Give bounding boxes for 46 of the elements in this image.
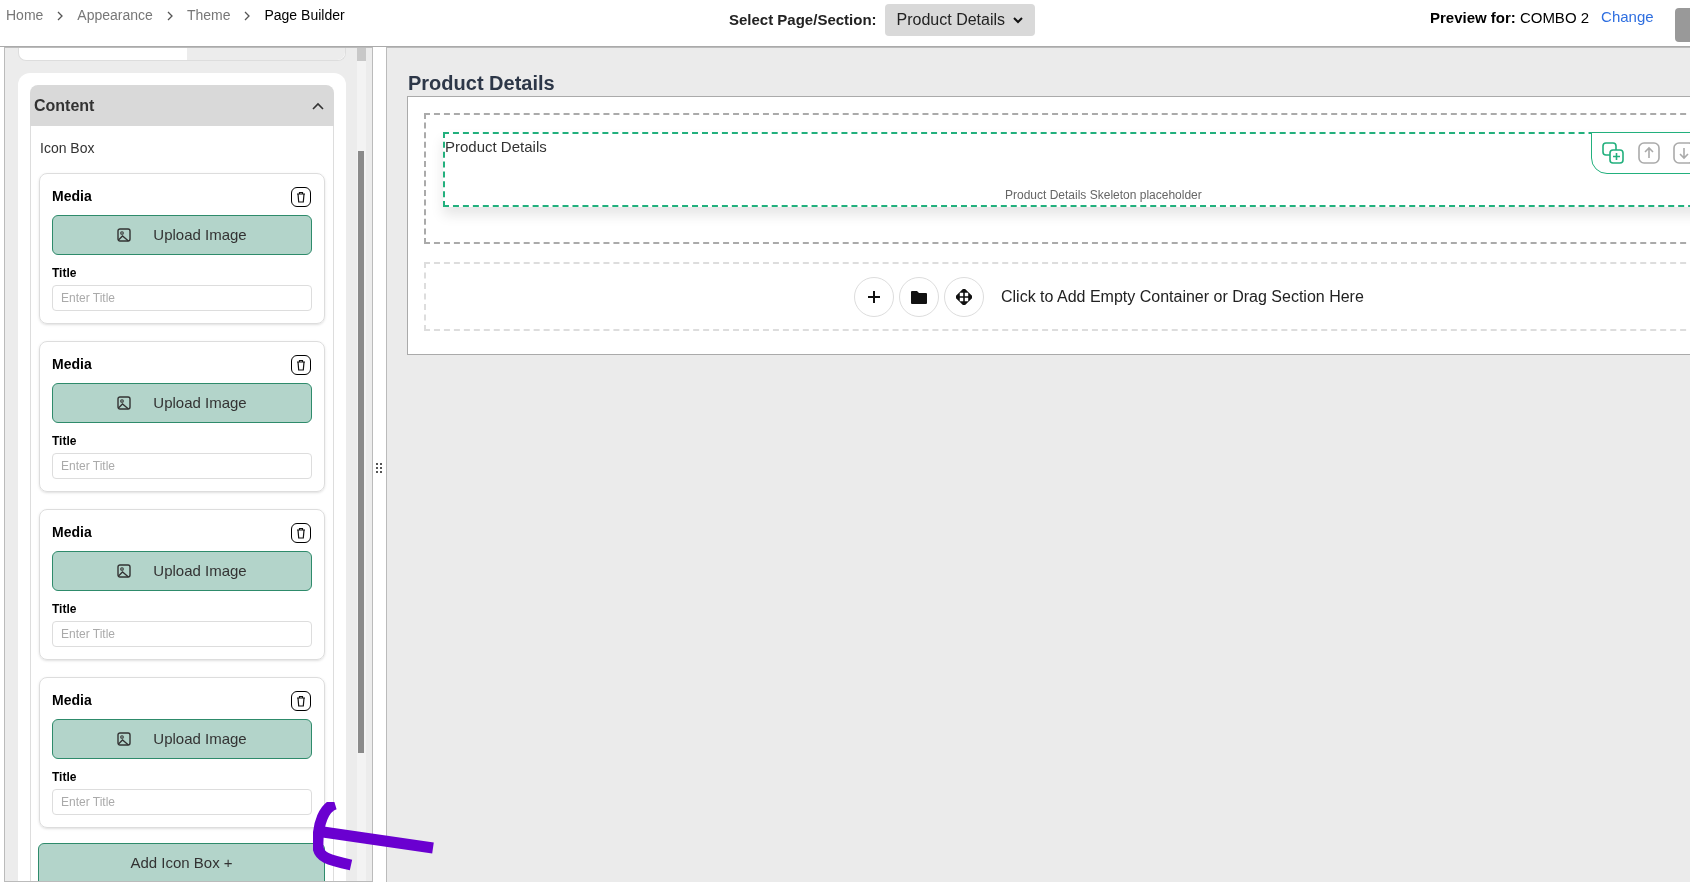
section-header[interactable]: Content — [30, 85, 334, 126]
upload-button[interactable]: Upload Image — [52, 215, 312, 255]
block-label: Product Details — [445, 137, 547, 157]
product-details-block[interactable]: Product Details Product Details Skeleton placeholder — [443, 132, 1690, 207]
duplicate-icon[interactable] — [1602, 142, 1625, 164]
change-link[interactable]: Change — [1601, 5, 1654, 28]
select-label: Select Page/Section: — [729, 9, 877, 30]
breadcrumb-link[interactable]: Theme — [186, 5, 231, 26]
page-select[interactable]: Product Details — [884, 4, 1036, 36]
title-input[interactable]: Enter Title — [52, 789, 312, 815]
image-icon — [117, 564, 132, 578]
card-heading: Media — [52, 187, 92, 206]
delete-icon[interactable] — [291, 186, 311, 207]
card-heading: Media — [52, 355, 92, 374]
upload-button[interactable]: Upload Image — [52, 383, 312, 423]
chevron-icon — [312, 101, 324, 110]
group-label: Icon Box — [39, 139, 96, 158]
preview-label: Preview for: — [1430, 8, 1516, 28]
title-input[interactable]: Enter Title — [52, 285, 312, 311]
breadcrumb-link[interactable]: Home — [6, 5, 44, 26]
breadcrumb-link[interactable]: Page Builder — [264, 5, 345, 26]
upload-button[interactable]: Upload Image — [52, 551, 312, 591]
preview-value: COMBO 2 — [1519, 8, 1590, 28]
caret-icon — [1013, 16, 1024, 24]
drop-zone-prompt: Click to Add Empty Container or Drag Section Here — [1001, 286, 1364, 307]
card-heading: Media — [52, 691, 92, 710]
add-icon-box-button[interactable]: Add Icon Box + — [38, 843, 325, 881]
image-icon — [117, 732, 132, 746]
scrollbar-thumb[interactable] — [358, 151, 364, 753]
field-label: Title — [52, 601, 78, 618]
delete-icon[interactable] — [291, 690, 311, 711]
breadcrumb-link[interactable]: Appearance — [77, 5, 153, 26]
card-heading: Media — [52, 523, 92, 542]
delete-icon[interactable] — [291, 522, 311, 543]
image-icon — [117, 228, 132, 242]
title-input[interactable]: Enter Title — [52, 453, 312, 479]
field-label: Title — [52, 769, 78, 786]
upload-button[interactable]: Upload Image — [52, 719, 312, 759]
canvas-title: Product Details — [408, 71, 556, 96]
image-icon — [117, 396, 132, 410]
field-label: Title — [52, 433, 78, 450]
delete-icon[interactable] — [291, 354, 311, 375]
title-input[interactable]: Enter Title — [52, 621, 312, 647]
block-placeholder: Product Details Skeleton placeholder — [1005, 187, 1202, 204]
field-label: Title — [52, 265, 78, 282]
drag-handle-icon[interactable] — [376, 463, 382, 473]
